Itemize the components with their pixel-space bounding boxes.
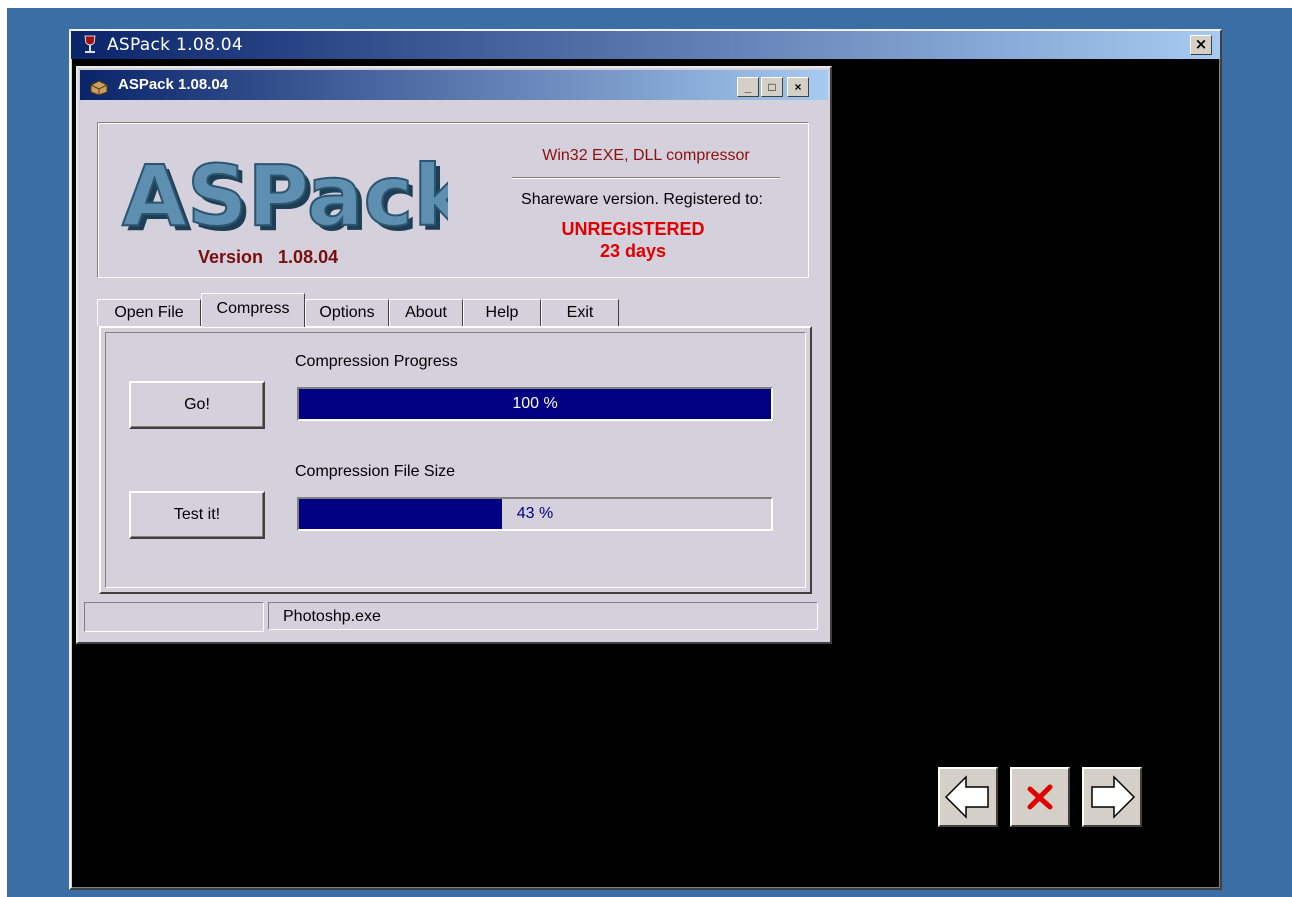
tab-open-file[interactable]: Open File xyxy=(97,299,201,326)
wine-glass-icon xyxy=(81,35,99,55)
days-left: 23 days xyxy=(599,241,667,261)
compress-group: Compression Progress Go! 100 % Compressi… xyxy=(105,332,806,588)
package-icon xyxy=(90,77,108,96)
version-text: Version 1.08.04 xyxy=(198,247,339,267)
compression-size-label: Compression File Size xyxy=(295,463,456,480)
outer-window-title: ASPack 1.08.04 xyxy=(107,35,244,55)
red-x-icon xyxy=(1027,784,1053,810)
back-button[interactable] xyxy=(938,767,998,827)
test-it-button[interactable]: Test it! xyxy=(129,491,265,539)
registration-text: Shareware version. Registered to: xyxy=(521,191,763,208)
tab-exit[interactable]: Exit xyxy=(541,299,619,326)
right-arrow-icon xyxy=(1091,775,1136,819)
tab-options[interactable]: Options xyxy=(305,299,389,326)
registration-status: UNREGISTERED xyxy=(561,219,705,239)
compress-tab-panel: Compression Progress Go! 100 % Compressi… xyxy=(99,326,812,594)
compression-progress-label: Compression Progress xyxy=(295,353,458,370)
minimize-button[interactable]: _ xyxy=(737,77,759,97)
dialog-title: ASPack 1.08.04 xyxy=(118,76,229,93)
go-button[interactable]: Go! xyxy=(129,381,265,429)
status-bar: Photoshp.exe xyxy=(84,602,822,634)
svg-text:ASPack: ASPack xyxy=(122,147,448,243)
tab-about[interactable]: About xyxy=(389,299,463,326)
dialog-close-button[interactable]: × xyxy=(787,77,809,97)
status-file-cell: Photoshp.exe xyxy=(268,602,818,630)
forward-button[interactable] xyxy=(1082,767,1142,827)
outer-close-button[interactable]: × xyxy=(1190,35,1212,55)
compression-progress-text: 100 % xyxy=(512,395,558,412)
compression-size-bar: 43 % xyxy=(297,497,773,531)
compression-progress-bar: 100 % xyxy=(297,387,773,421)
left-arrow-icon xyxy=(944,775,989,819)
status-left-cell xyxy=(84,602,264,632)
tagline: Win32 EXE, DLL compressor xyxy=(542,147,750,164)
aspack-logo: ASPack ASPack xyxy=(121,146,448,243)
dialog-title-bar[interactable]: ASPack 1.08.04 _ □ × xyxy=(80,70,828,100)
outer-title-bar[interactable]: ASPack 1.08.04 × xyxy=(71,31,1220,59)
aspack-dialog: ASPack 1.08.04 _ □ × ASPack ASPack Versi… xyxy=(76,66,832,644)
tab-compress[interactable]: Compress xyxy=(201,293,305,327)
compression-size-text: 43 % xyxy=(516,505,554,522)
header-separator xyxy=(512,177,780,179)
cancel-button[interactable] xyxy=(1010,767,1070,827)
header-panel: ASPack ASPack Version 1.08.04 Win32 EXE,… xyxy=(97,122,809,278)
maximize-button[interactable]: □ xyxy=(761,77,783,97)
tab-help[interactable]: Help xyxy=(463,299,541,326)
